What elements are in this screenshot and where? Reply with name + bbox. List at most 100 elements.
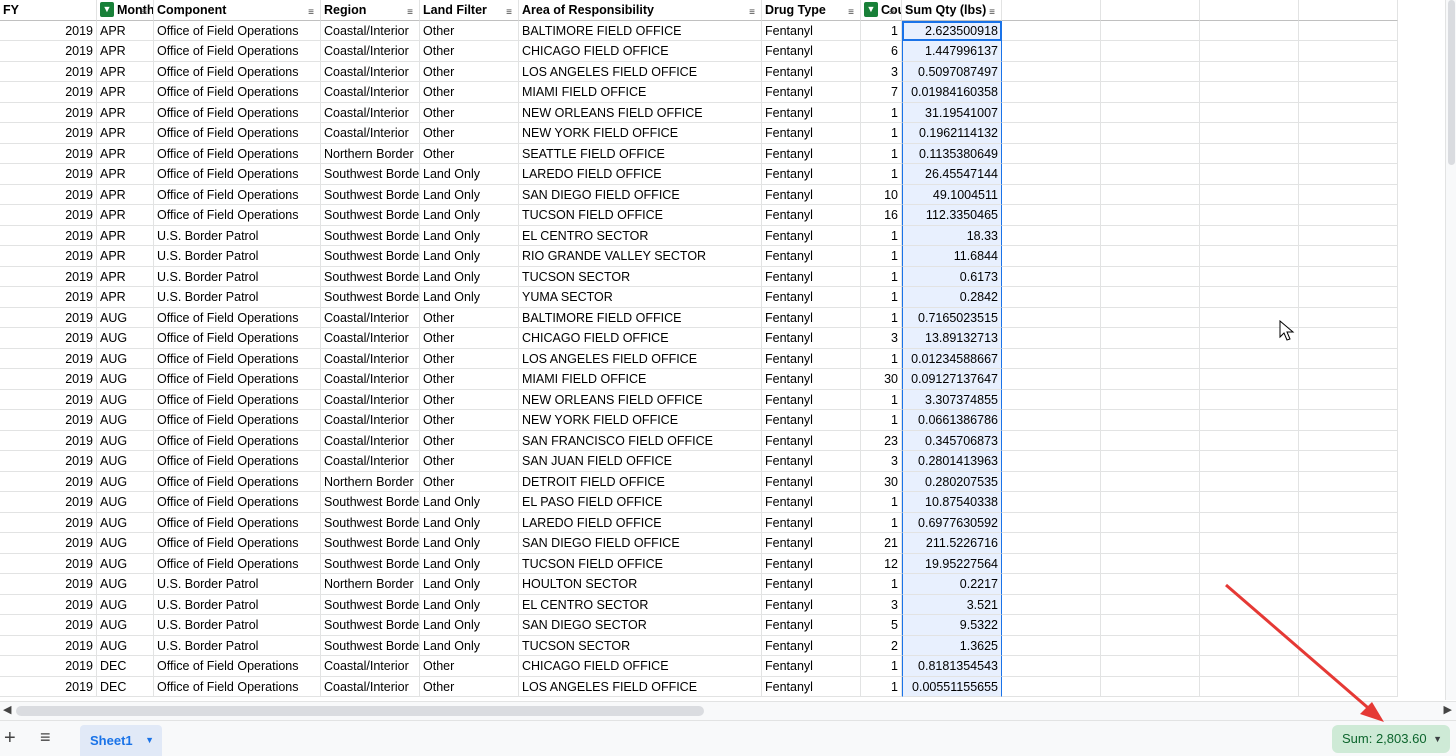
table-cell[interactable]: Coastal/Interior: [321, 123, 420, 144]
table-cell[interactable]: 2019: [0, 225, 97, 246]
empty-cell[interactable]: [1200, 533, 1299, 554]
table-cell[interactable]: YUMA SECTOR: [519, 287, 762, 308]
table-cell[interactable]: APR: [97, 41, 154, 62]
table-cell[interactable]: SAN DIEGO FIELD OFFICE: [519, 533, 762, 554]
empty-cell[interactable]: [1299, 225, 1398, 246]
empty-cell[interactable]: [1200, 389, 1299, 410]
table-cell[interactable]: SAN DIEGO SECTOR: [519, 615, 762, 636]
table-cell[interactable]: AUG: [97, 348, 154, 369]
table-cell[interactable]: AUG: [97, 451, 154, 472]
table-cell[interactable]: 2019: [0, 389, 97, 410]
table-cell[interactable]: 1: [861, 246, 902, 267]
table-cell[interactable]: APR: [97, 205, 154, 226]
table-cell[interactable]: 2019: [0, 492, 97, 513]
selected-cell[interactable]: 0.1962114132: [902, 123, 1002, 144]
empty-cell[interactable]: [1299, 389, 1398, 410]
table-cell[interactable]: 23: [861, 430, 902, 451]
empty-cell[interactable]: [1299, 82, 1398, 103]
table-cell[interactable]: 2019: [0, 574, 97, 595]
selected-cell[interactable]: 0.6173: [902, 266, 1002, 287]
empty-cell[interactable]: [1299, 574, 1398, 595]
empty-cell[interactable]: [1002, 348, 1101, 369]
filter-icon[interactable]: ≡: [506, 3, 512, 20]
table-cell[interactable]: Other: [420, 143, 519, 164]
table-cell[interactable]: Southwest Border: [321, 594, 420, 615]
empty-cell[interactable]: [1299, 184, 1398, 205]
table-cell[interactable]: APR: [97, 82, 154, 103]
table-cell[interactable]: U.S. Border Patrol: [154, 266, 321, 287]
empty-cell[interactable]: [1101, 61, 1200, 82]
empty-cell[interactable]: [1002, 307, 1101, 328]
table-cell[interactable]: Office of Field Operations: [154, 102, 321, 123]
table-cell[interactable]: 2019: [0, 246, 97, 267]
empty-cell[interactable]: [1299, 533, 1398, 554]
table-cell[interactable]: RIO GRANDE VALLEY SECTOR: [519, 246, 762, 267]
empty-cell[interactable]: [1101, 123, 1200, 144]
table-cell[interactable]: CHICAGO FIELD OFFICE: [519, 41, 762, 62]
empty-cell[interactable]: [1200, 82, 1299, 103]
table-cell[interactable]: 12: [861, 553, 902, 574]
table-cell[interactable]: Fentanyl: [762, 533, 861, 554]
table-cell[interactable]: 2019: [0, 307, 97, 328]
column-header[interactable]: Land Filter ≡: [420, 0, 519, 21]
table-cell[interactable]: 1: [861, 102, 902, 123]
table-cell[interactable]: Other: [420, 102, 519, 123]
empty-cell[interactable]: [1101, 102, 1200, 123]
table-cell[interactable]: 2019: [0, 615, 97, 636]
empty-cell[interactable]: [1200, 287, 1299, 308]
selected-cell[interactable]: 211.5226716: [902, 533, 1002, 554]
empty-cell[interactable]: [1002, 430, 1101, 451]
table-cell[interactable]: Fentanyl: [762, 348, 861, 369]
column-header[interactable]: Component ≡: [154, 0, 321, 21]
table-cell[interactable]: Coastal/Interior: [321, 328, 420, 349]
table-cell[interactable]: 1: [861, 123, 902, 144]
table-cell[interactable]: Southwest Border: [321, 164, 420, 185]
table-cell[interactable]: Land Only: [420, 184, 519, 205]
table-cell[interactable]: Land Only: [420, 287, 519, 308]
empty-cell[interactable]: [1200, 266, 1299, 287]
empty-cell[interactable]: [1101, 225, 1200, 246]
table-cell[interactable]: 1: [861, 287, 902, 308]
table-cell[interactable]: Southwest Border: [321, 635, 420, 656]
table-cell[interactable]: Land Only: [420, 492, 519, 513]
empty-cell[interactable]: [1101, 594, 1200, 615]
table-cell[interactable]: 30: [861, 471, 902, 492]
empty-cell[interactable]: [1299, 656, 1398, 677]
table-cell[interactable]: Southwest Border: [321, 205, 420, 226]
table-cell[interactable]: 3: [861, 328, 902, 349]
empty-cell[interactable]: [1299, 328, 1398, 349]
table-cell[interactable]: 21: [861, 533, 902, 554]
selected-cell[interactable]: 0.2842: [902, 287, 1002, 308]
empty-cell[interactable]: [1200, 410, 1299, 431]
table-cell[interactable]: Coastal/Interior: [321, 61, 420, 82]
table-cell[interactable]: 6: [861, 41, 902, 62]
empty-cell[interactable]: [1299, 307, 1398, 328]
empty-cell[interactable]: [1002, 553, 1101, 574]
table-cell[interactable]: 2019: [0, 164, 97, 185]
table-cell[interactable]: Fentanyl: [762, 225, 861, 246]
selected-cell[interactable]: 0.01234588667: [902, 348, 1002, 369]
table-cell[interactable]: U.S. Border Patrol: [154, 225, 321, 246]
empty-cell[interactable]: [1101, 82, 1200, 103]
empty-cell[interactable]: [1002, 225, 1101, 246]
empty-header-cell[interactable]: [1002, 0, 1101, 21]
empty-cell[interactable]: [1200, 594, 1299, 615]
selected-cell[interactable]: 0.7165023515: [902, 307, 1002, 328]
table-cell[interactable]: 1: [861, 348, 902, 369]
table-cell[interactable]: 2019: [0, 369, 97, 390]
empty-cell[interactable]: [1299, 410, 1398, 431]
table-cell[interactable]: Coastal/Interior: [321, 102, 420, 123]
table-cell[interactable]: Northern Border: [321, 143, 420, 164]
empty-cell[interactable]: [1299, 20, 1398, 41]
empty-cell[interactable]: [1299, 348, 1398, 369]
table-cell[interactable]: NEW ORLEANS FIELD OFFICE: [519, 102, 762, 123]
table-cell[interactable]: AUG: [97, 410, 154, 431]
table-cell[interactable]: Office of Field Operations: [154, 471, 321, 492]
selected-cell[interactable]: 0.8181354543: [902, 656, 1002, 677]
empty-cell[interactable]: [1002, 369, 1101, 390]
table-cell[interactable]: Fentanyl: [762, 574, 861, 595]
table-cell[interactable]: LOS ANGELES FIELD OFFICE: [519, 348, 762, 369]
table-cell[interactable]: Fentanyl: [762, 615, 861, 636]
table-cell[interactable]: 2019: [0, 328, 97, 349]
empty-cell[interactable]: [1299, 512, 1398, 533]
